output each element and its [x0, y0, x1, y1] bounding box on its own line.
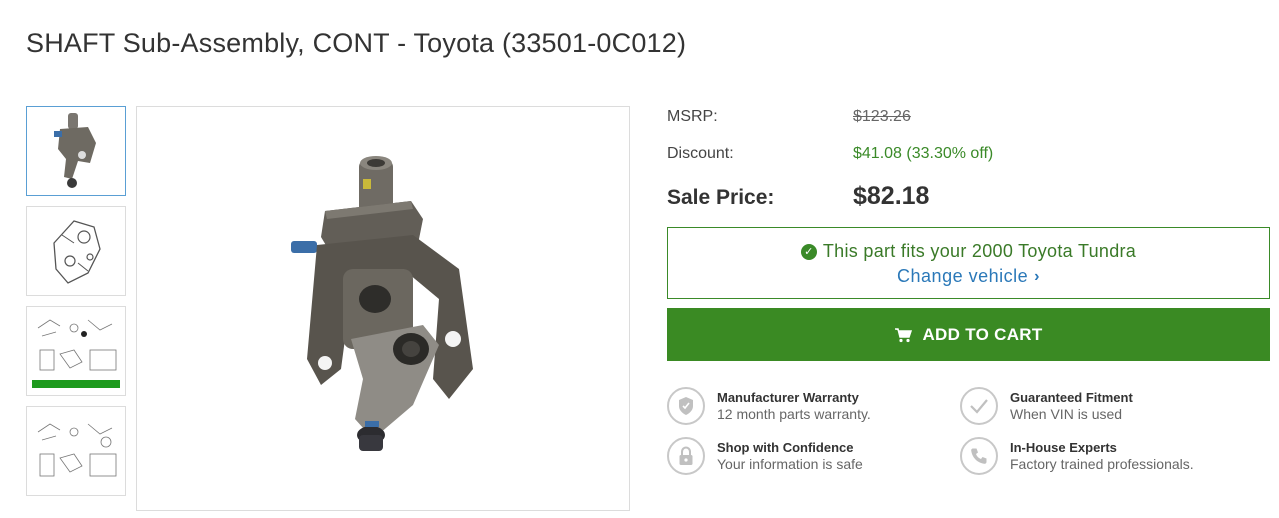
feature-desc: When VIN is used — [1010, 406, 1123, 422]
fitment-message-line: ✓ This part fits your 2000 Toyota Tundra — [668, 241, 1269, 262]
feature-desc: Your information is safe — [717, 456, 863, 472]
diagram-highlighted-thumb-image — [32, 319, 120, 388]
msrp-label: MSRP: — [667, 108, 718, 125]
feature-title: Manufacturer Warranty — [717, 390, 859, 405]
sale-price-label: Sale Price: — [667, 186, 775, 209]
shaft-photo-thumb-image — [54, 113, 96, 188]
feature-title: Shop with Confidence — [717, 440, 854, 455]
feature-in-house-experts: In-House Experts Factory trained profess… — [960, 437, 1194, 475]
fitment-message: This part fits your 2000 Toyota Tundra — [822, 241, 1137, 261]
shield-icon — [667, 387, 705, 425]
chevron-right-icon: › — [1034, 267, 1040, 285]
page-title: SHAFT Sub-Assembly, CONT - Toyota (33501… — [26, 28, 687, 58]
line-drawing-thumb-image — [53, 220, 101, 284]
feature-title: Guaranteed Fitment — [1010, 390, 1133, 405]
feature-desc: Factory trained professionals. — [1010, 456, 1194, 472]
sale-price-value: $82.18 — [853, 182, 930, 210]
feature-guaranteed-fitment: Guaranteed Fitment When VIN is used — [960, 387, 1133, 425]
feature-manufacturer-warranty: Manufacturer Warranty 12 month parts war… — [667, 387, 871, 425]
main-product-image[interactable] — [136, 106, 630, 511]
checkmark-icon — [960, 387, 998, 425]
diagram-thumb-image — [37, 423, 117, 477]
feature-shop-with-confidence: Shop with Confidence Your information is… — [667, 437, 863, 475]
discount-value: $41.08 (33.30% off) — [853, 145, 994, 162]
change-vehicle-link[interactable]: Change vehicle › — [897, 266, 1040, 287]
thumbnail-diagram[interactable] — [26, 406, 126, 496]
add-to-cart-label: ADD TO CART — [922, 324, 1043, 344]
check-circle-icon: ✓ — [800, 243, 817, 260]
feature-desc: 12 month parts warranty. — [717, 406, 871, 422]
thumbnail-line-drawing[interactable] — [26, 206, 126, 296]
change-vehicle-label: Change vehicle — [897, 266, 1029, 286]
msrp-value: $123.26 — [853, 108, 911, 125]
lock-icon — [667, 437, 705, 475]
add-to-cart-button[interactable]: ADD TO CART — [667, 308, 1270, 361]
feature-title: In-House Experts — [1010, 440, 1117, 455]
sale-price-row: Sale Price: $82.18 — [667, 182, 929, 211]
discount-label: Discount: — [667, 145, 734, 162]
thumbnail-product-photo[interactable] — [26, 106, 126, 196]
thumbnail-list — [26, 106, 126, 506]
discount-row: Discount: $41.08 (33.30% off) — [667, 145, 993, 163]
msrp-row: MSRP: $123.26 — [667, 108, 911, 126]
cart-icon — [895, 327, 913, 342]
shaft-assembly-image — [291, 155, 473, 451]
fitment-box: ✓ This part fits your 2000 Toyota Tundra… — [667, 227, 1270, 299]
thumbnail-diagram-highlighted[interactable] — [26, 306, 126, 396]
phone-icon — [960, 437, 998, 475]
